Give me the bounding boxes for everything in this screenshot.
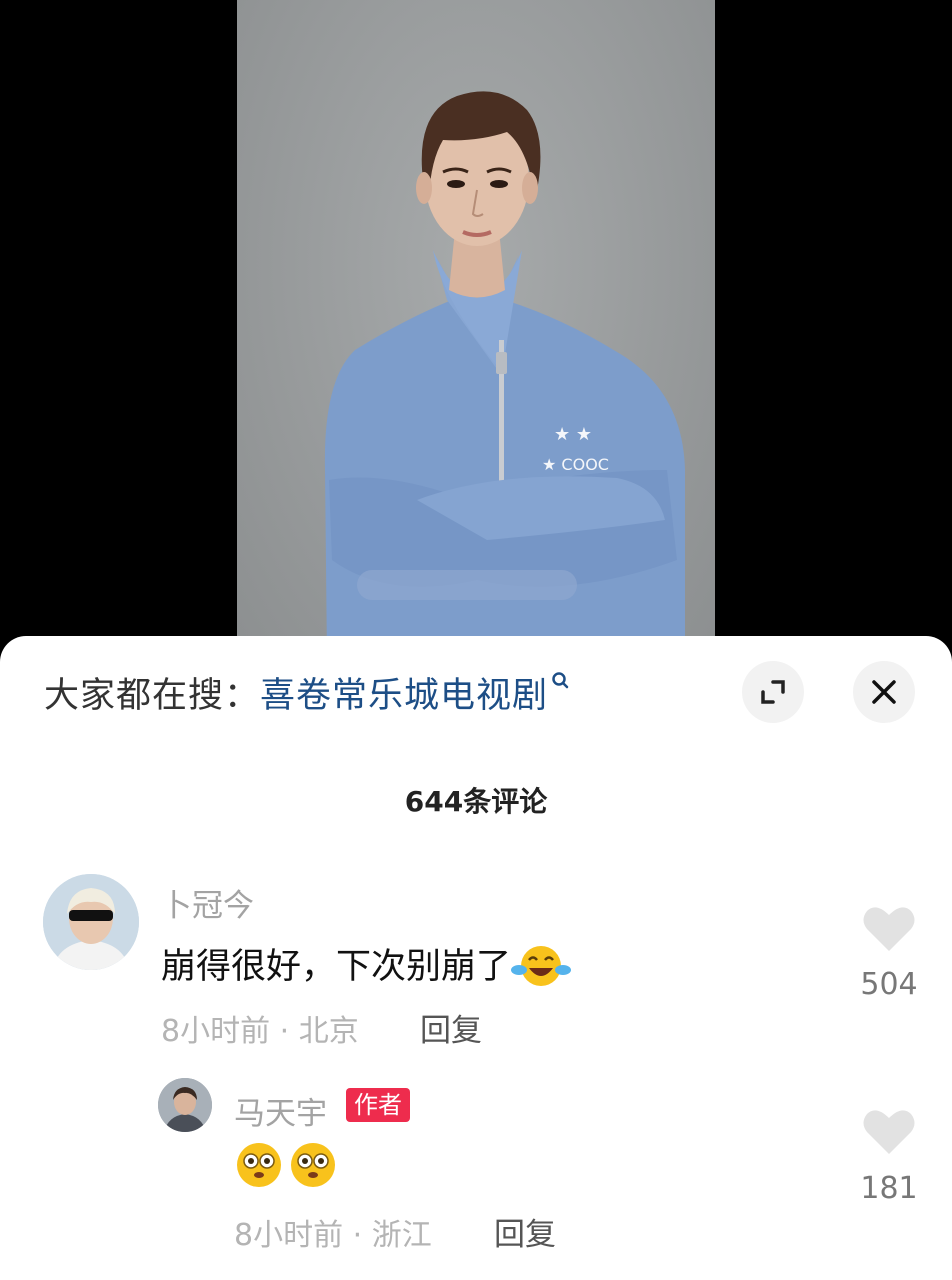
wide-eyed-emoji-icon [237, 1143, 281, 1187]
reply-button[interactable]: 回复 [420, 1005, 482, 1050]
video-still-image: ★ ★ ★ COOC [324, 91, 685, 660]
svg-text:★ ★: ★ ★ [554, 424, 592, 445]
reply-button[interactable]: 回复 [494, 1209, 556, 1254]
like-count: 181 [860, 1171, 918, 1206]
avatar-image [158, 1078, 212, 1132]
author-badge: 作者 [346, 1088, 410, 1122]
avatar[interactable] [43, 874, 139, 970]
like-count: 504 [860, 967, 918, 1002]
like-heart-icon[interactable] [862, 1106, 916, 1156]
comment-meta: 8小时前 · 北京 [161, 1014, 359, 1049]
expand-button[interactable] [742, 661, 804, 723]
like-heart-icon[interactable] [862, 903, 916, 953]
trending-search-term[interactable]: 喜卷常乐城电视剧 [260, 667, 548, 718]
reply-meta: 8小时前 · 浙江 [234, 1218, 432, 1253]
search-icon[interactable] [550, 670, 572, 692]
reply-username[interactable]: 马天宇 [234, 1088, 327, 1133]
reply-emoji-row [234, 1140, 338, 1190]
laughing-crying-emoji-icon [511, 945, 572, 986]
comment-text: 崩得很好，下次别崩了 [161, 938, 572, 989]
comment-count-title: 644条评论 [404, 785, 548, 818]
avatar[interactable] [158, 1078, 212, 1132]
trending-search-prefix: 大家都在搜： [44, 675, 261, 716]
expand-icon [761, 680, 785, 704]
video-frame[interactable]: ★ ★ ★ COOC [237, 0, 715, 660]
avatar-image [43, 874, 139, 970]
trending-search-bar[interactable]: 大家都在搜： 喜卷常乐城电视剧 [44, 666, 572, 718]
svg-text:★ COOC: ★ COOC [542, 455, 609, 474]
wide-eyed-emoji-icon [291, 1143, 335, 1187]
comment-username[interactable]: 卜冠今 [161, 880, 254, 925]
close-button[interactable] [853, 661, 915, 723]
video-player[interactable]: ★ ★ ★ COOC [0, 0, 952, 660]
comment-body: 崩得很好，下次别崩了 [161, 947, 512, 987]
close-icon [872, 680, 896, 704]
